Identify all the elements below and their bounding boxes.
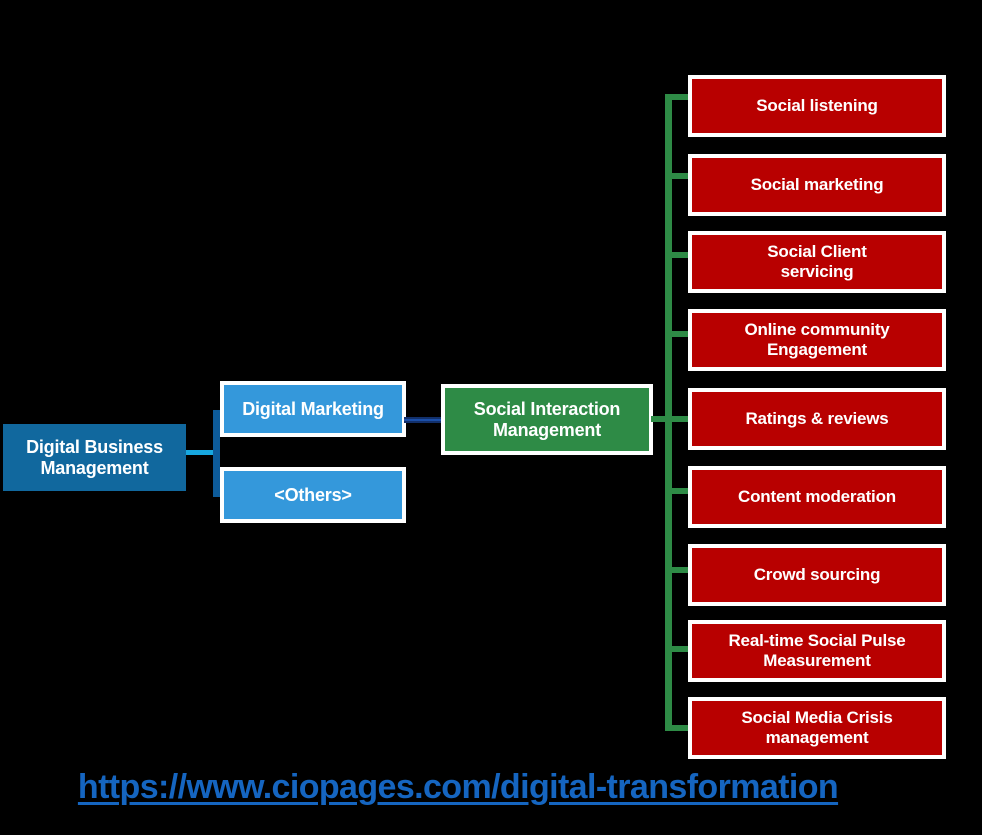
node-others[interactable]: <Others> bbox=[220, 467, 406, 523]
node-label: Content moderation bbox=[738, 487, 896, 507]
node-label: Real-time Social Pulse Measurement bbox=[728, 631, 905, 670]
node-label-line2: management bbox=[765, 728, 869, 747]
node-label-line1: Social Client bbox=[767, 242, 867, 262]
node-social-listening[interactable]: Social listening bbox=[688, 75, 946, 137]
node-label-line1: Ratings & reviews bbox=[745, 409, 889, 429]
node-label: Social Interaction Management bbox=[473, 398, 621, 440]
node-label-line2: Engagement bbox=[766, 340, 868, 359]
node-ratings-and-reviews[interactable]: Ratings & reviews bbox=[688, 388, 946, 450]
node-label-line2: Management bbox=[40, 457, 149, 478]
connector-marketing-to-social-highlight bbox=[404, 419, 444, 421]
node-label: Digital Marketing bbox=[242, 398, 384, 419]
node-label-line1: Social listening bbox=[756, 96, 878, 116]
node-label: Social listening bbox=[756, 96, 878, 116]
node-social-interaction-management[interactable]: Social Interaction Management bbox=[441, 384, 653, 455]
node-label: Ratings & reviews bbox=[745, 409, 888, 429]
node-label-line1: Content moderation bbox=[738, 487, 896, 507]
node-realtime-social-pulse-measurement[interactable]: Real-time Social Pulse Measurement bbox=[688, 620, 946, 682]
node-content-moderation[interactable]: Content moderation bbox=[688, 466, 946, 528]
diagram-canvas: Digital Business Management Digital Mark… bbox=[0, 0, 982, 835]
node-label-line2: Measurement bbox=[763, 651, 871, 670]
node-label-line1: Social marketing bbox=[750, 175, 884, 195]
node-digital-marketing[interactable]: Digital Marketing bbox=[220, 381, 406, 437]
node-label: Online community Engagement bbox=[744, 320, 889, 359]
node-label-line1: Online community bbox=[744, 320, 890, 340]
node-label: Digital Business Management bbox=[26, 437, 163, 478]
node-label-line1: Real-time Social Pulse bbox=[728, 631, 906, 651]
node-digital-business-management[interactable]: Digital Business Management bbox=[3, 424, 186, 491]
node-label-line2: servicing bbox=[780, 262, 854, 281]
node-label-line1: Crowd sourcing bbox=[753, 565, 881, 585]
node-label: Social marketing bbox=[751, 175, 884, 195]
node-social-media-crisis-management[interactable]: Social Media Crisis management bbox=[688, 697, 946, 759]
node-label: Social Media Crisis management bbox=[741, 708, 892, 747]
node-crowd-sourcing[interactable]: Crowd sourcing bbox=[688, 544, 946, 606]
node-online-community-engagement[interactable]: Online community Engagement bbox=[688, 309, 946, 371]
node-label: Crowd sourcing bbox=[754, 565, 881, 585]
root-to-bracket-connector bbox=[186, 450, 214, 455]
source-url-link[interactable]: https://www.ciopages.com/digital-transfo… bbox=[0, 768, 916, 807]
node-label-line1: Digital Business bbox=[26, 436, 163, 457]
node-social-marketing[interactable]: Social marketing bbox=[688, 154, 946, 216]
node-label-line2: Management bbox=[492, 419, 601, 440]
node-social-client-servicing[interactable]: Social Client servicing bbox=[688, 231, 946, 293]
root-bracket-vertical bbox=[213, 410, 220, 497]
node-label-line1: Social Media Crisis bbox=[741, 708, 893, 728]
node-label: <Others> bbox=[274, 484, 352, 505]
node-label: Social Client servicing bbox=[767, 242, 867, 281]
leaf-spine-vertical bbox=[665, 94, 672, 731]
node-label-line1: Social Interaction bbox=[473, 398, 621, 419]
